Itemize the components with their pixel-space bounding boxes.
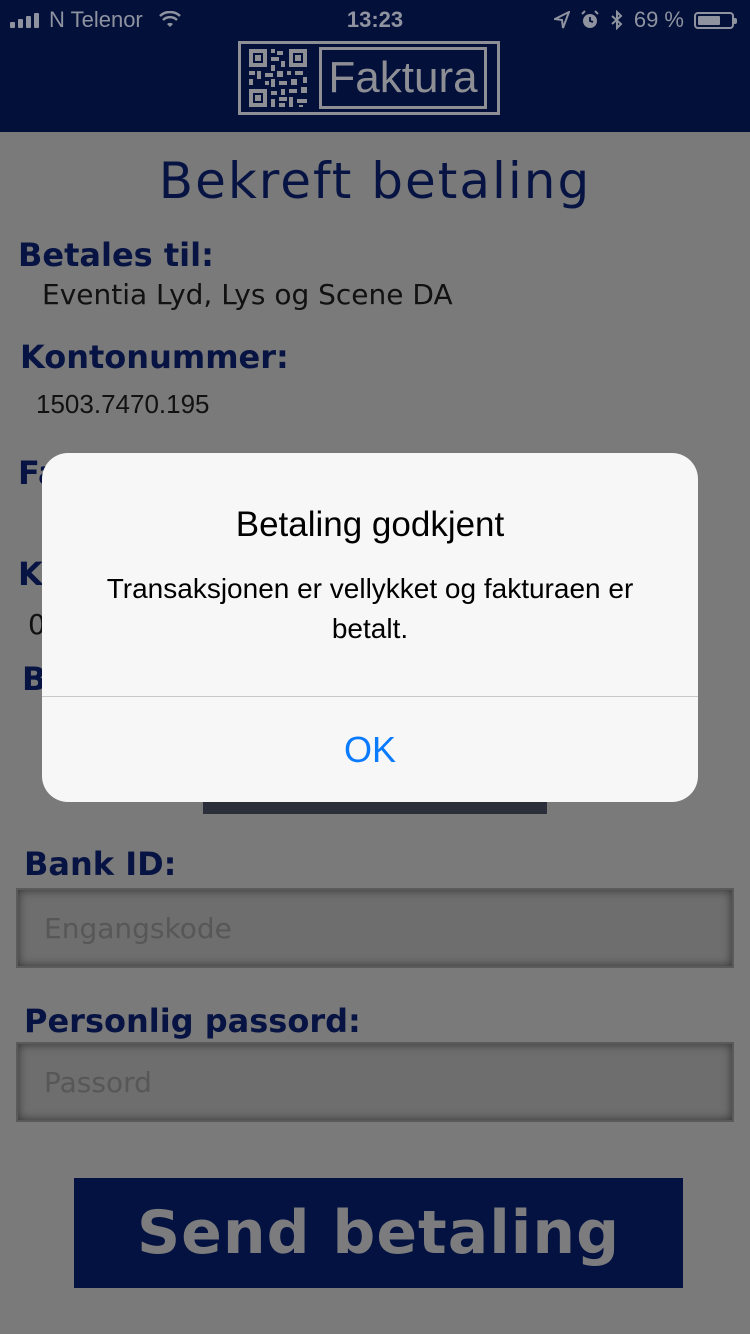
- page-title: Bekreft betaling: [158, 152, 592, 210]
- alert-ok-button[interactable]: OK: [42, 697, 698, 802]
- account-value: 1503.7470.195: [36, 389, 210, 419]
- battery-icon: [694, 11, 737, 29]
- alarm-icon: [581, 10, 599, 28]
- status-right: 69 %: [553, 7, 737, 33]
- faktura-logo: Faktura: [238, 41, 500, 115]
- status-bar: N Telenor 13:23 69 %: [0, 0, 750, 40]
- payee-label: Betales til:: [18, 236, 214, 274]
- payee-value: Eventia Lyd, Lys og Scene DA: [42, 278, 453, 311]
- battery-percentage: 69 %: [633, 7, 684, 32]
- password-input[interactable]: [16, 1042, 734, 1122]
- obscured-label-kid: K: [18, 555, 43, 593]
- bankid-code-input[interactable]: [16, 888, 734, 968]
- send-payment-button[interactable]: Send betaling: [74, 1178, 683, 1288]
- account-label: Kontonummer:: [20, 338, 289, 376]
- payment-approved-alert: Betaling godkjent Transaksjonen er velly…: [42, 453, 698, 802]
- app-header: N Telenor 13:23 69 % Faktura: [0, 0, 750, 132]
- bankid-label: Bank ID:: [24, 845, 177, 883]
- password-label: Personlig passord:: [24, 1002, 361, 1040]
- alert-message: Transaksjonen er vellykket og fakturaen …: [106, 573, 634, 644]
- location-arrow-icon: [553, 11, 570, 29]
- bluetooth-icon: [611, 10, 623, 30]
- logo-text: Faktura: [319, 47, 487, 109]
- qr-code-icon: [247, 47, 309, 109]
- alert-title: Betaling godkjent: [235, 505, 505, 544]
